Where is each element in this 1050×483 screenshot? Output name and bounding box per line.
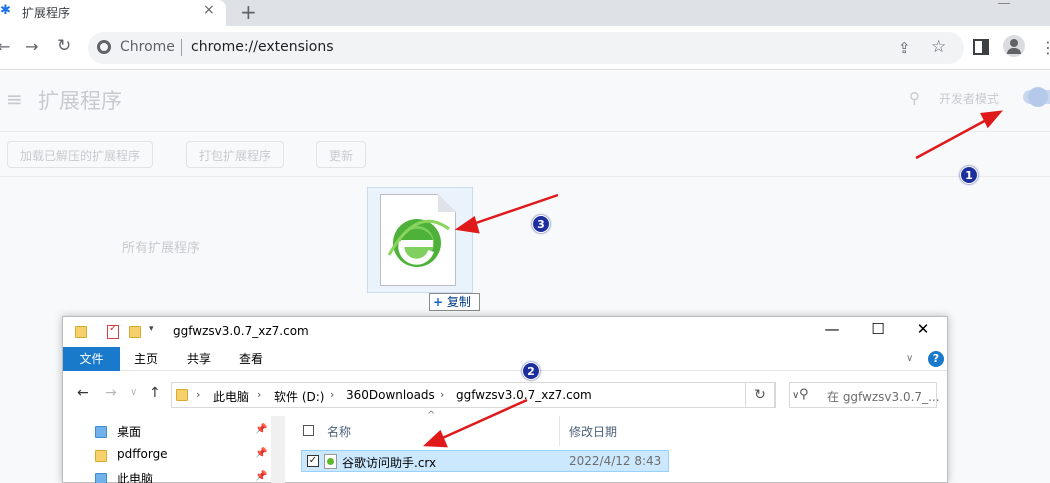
annotation-overlay: [422, 110, 1004, 448]
step-badge-2: 2: [522, 362, 540, 380]
step-badge-3: 3: [532, 215, 550, 233]
arrow-step1-head: [980, 110, 1004, 129]
arrow-step2-head: [422, 429, 448, 448]
step-badge-1: 1: [960, 166, 978, 184]
arrow-step1: [915, 116, 991, 160]
arrow-step2: [437, 398, 528, 442]
arrow-step3-head: [454, 215, 480, 234]
